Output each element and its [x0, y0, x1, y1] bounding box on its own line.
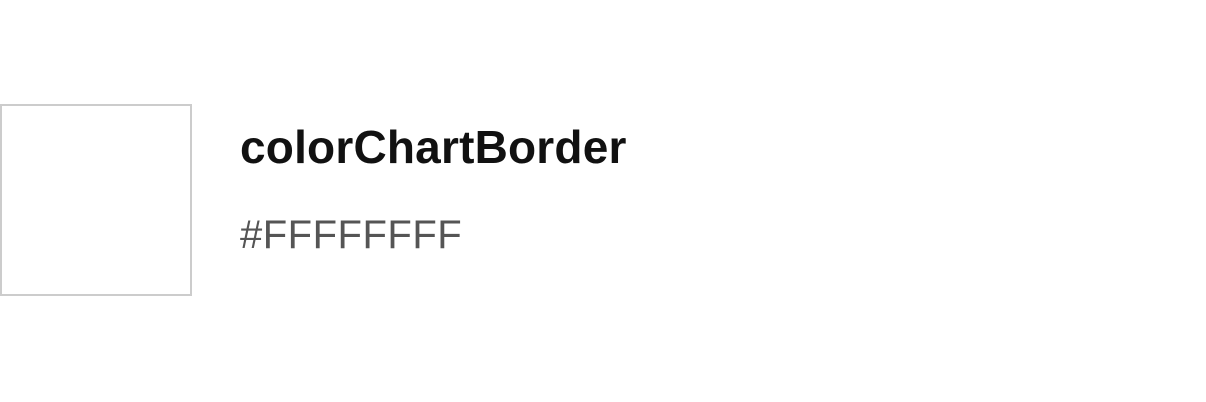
token-name: colorChartBorder: [240, 121, 627, 173]
token-info: colorChartBorder #FFFFFFFF: [240, 104, 627, 257]
color-swatch: [0, 104, 192, 296]
color-token-card: colorChartBorder #FFFFFFFF: [0, 104, 627, 296]
token-value: #FFFFFFFF: [240, 212, 463, 257]
